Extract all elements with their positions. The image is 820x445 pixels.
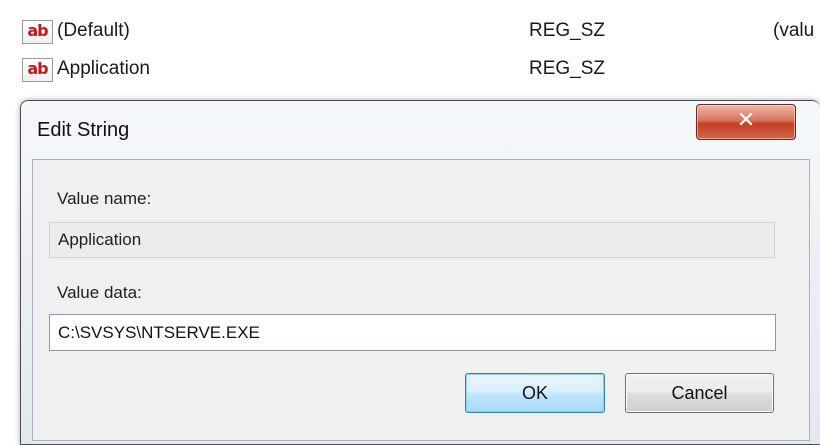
registry-value-type: REG_SZ: [529, 20, 606, 41]
string-value-icon: ab: [22, 58, 53, 82]
edit-string-dialog: Edit String ✕ Value name: Application Va…: [20, 100, 820, 445]
string-value-icon: ab: [22, 20, 53, 44]
ok-button[interactable]: OK: [465, 373, 605, 413]
registry-row-application[interactable]: ab Application REG_SZ: [0, 56, 820, 86]
registry-value-name: Application: [57, 58, 150, 79]
registry-row-default[interactable]: ab (Default) REG_SZ (valu: [0, 18, 820, 48]
value-name-label: Value name:: [57, 189, 152, 208]
registry-value-name: (Default): [57, 20, 130, 41]
registry-value-list: ab (Default) REG_SZ (valu ab Application…: [0, 0, 820, 100]
close-button[interactable]: ✕: [696, 104, 796, 140]
registry-value-data: (valu: [773, 20, 815, 41]
value-name-field: Application: [49, 222, 775, 258]
value-data-label: Value data:: [57, 283, 142, 302]
dialog-title: Edit String: [37, 119, 130, 141]
dialog-client-area: Value name: Application Value data: OK C…: [32, 159, 810, 441]
close-icon: ✕: [736, 108, 756, 133]
value-data-input[interactable]: [49, 314, 776, 351]
cancel-button[interactable]: Cancel: [625, 373, 774, 413]
registry-value-type: REG_SZ: [529, 58, 606, 79]
